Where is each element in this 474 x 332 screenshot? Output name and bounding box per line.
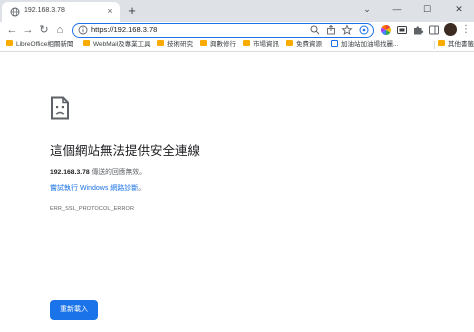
- folder-icon: [438, 40, 445, 46]
- sad-page-icon: [51, 96, 69, 120]
- tab-close-icon[interactable]: ×: [104, 5, 116, 17]
- color-picker-icon[interactable]: [380, 24, 392, 36]
- bookmark-folder[interactable]: LibreOffice相關新聞: [6, 40, 73, 50]
- error-diagnostic-line: 嘗試執行 Windows 網路診斷。: [50, 183, 145, 193]
- page-icon: [331, 40, 338, 47]
- bookmark-folder[interactable]: 興數修行: [200, 40, 236, 50]
- folder-icon: [286, 40, 293, 46]
- address-bar[interactable]: https://192.168.3.78: [72, 23, 374, 38]
- site-info-icon[interactable]: [78, 25, 88, 35]
- close-window-icon[interactable]: ✕: [444, 0, 474, 18]
- tab-search-icon[interactable]: ⌄: [352, 0, 382, 18]
- bookmark-folder[interactable]: 技術研究: [157, 40, 193, 50]
- folder-icon: [200, 40, 207, 46]
- globe-icon: [10, 7, 20, 17]
- tab-active[interactable]: 192.168.3.78 ×: [2, 2, 120, 22]
- folder-icon: [157, 40, 164, 46]
- url-text[interactable]: https://192.168.3.78: [91, 25, 157, 34]
- bookmarks-divider: [434, 41, 435, 49]
- screenshot-icon[interactable]: [396, 24, 408, 36]
- minimize-icon[interactable]: —: [382, 0, 412, 18]
- error-code: ERR_SSL_PROTOCOL_ERROR: [50, 206, 135, 212]
- other-bookmarks-label: 其他書籤: [448, 41, 474, 48]
- profile-avatar[interactable]: [444, 23, 457, 36]
- bookmark-label: LibreOffice相關新聞: [16, 41, 74, 48]
- share-icon[interactable]: [325, 24, 337, 36]
- bookmark-label: 免費資源: [296, 41, 322, 48]
- home-icon[interactable]: ⌂: [53, 22, 67, 38]
- puzzle-icon[interactable]: [412, 24, 424, 36]
- error-detail: 192.168.3.78 傳送的回應無效。: [50, 166, 146, 176]
- maximize-icon[interactable]: ☐: [412, 0, 442, 18]
- link-suffix: 。: [138, 185, 146, 192]
- toolbar: ← → ↻ ⌂ https://192.168.3.78 ⋮: [0, 22, 474, 38]
- tab-title: 192.168.3.78: [24, 7, 65, 14]
- error-host: 192.168.3.78: [50, 169, 90, 176]
- bookmark-folder[interactable]: 市場資訊: [243, 40, 279, 50]
- bookmark-page[interactable]: 加油站加油場找麗...: [331, 40, 398, 50]
- folder-icon: [243, 40, 250, 46]
- bookmark-label: 市場資訊: [253, 41, 279, 48]
- folder-icon: [83, 40, 90, 46]
- reload-icon[interactable]: ↻: [37, 22, 51, 38]
- new-tab-icon[interactable]: +: [124, 3, 140, 19]
- sidebar-icon[interactable]: [428, 24, 440, 36]
- reload-button[interactable]: 重新載入: [50, 300, 98, 320]
- error-detail-text: 傳送的回應無效。: [89, 169, 146, 176]
- zoom-icon[interactable]: [309, 24, 321, 36]
- forward-icon[interactable]: →: [21, 22, 35, 38]
- bookmark-label: 加油站加油場找麗...: [341, 41, 399, 48]
- more-menu-icon[interactable]: ⋮: [461, 22, 471, 38]
- bookmark-label: 技術研究: [167, 41, 193, 48]
- tab-strip: 192.168.3.78 × + ⌄ — ☐ ✕: [0, 0, 474, 22]
- bookmarks-bar: LibreOffice相關新聞 WebMail及專業工具 技術研究 興數修行 市…: [0, 38, 474, 52]
- network-diagnostics-link[interactable]: 嘗試執行 Windows 網路診斷: [50, 185, 138, 192]
- extension-icon[interactable]: [358, 24, 370, 36]
- bookmark-label: WebMail及專業工具: [93, 41, 151, 48]
- folder-icon: [6, 40, 13, 46]
- bookmark-folder[interactable]: 免費資源: [286, 40, 322, 50]
- bookmark-folder[interactable]: WebMail及專業工具: [83, 40, 151, 50]
- other-bookmarks[interactable]: 其他書籤: [438, 40, 474, 50]
- back-icon[interactable]: ←: [5, 22, 19, 38]
- bookmark-label: 興數修行: [210, 41, 236, 48]
- error-title: 這個網站無法提供安全連線: [50, 144, 201, 158]
- star-icon[interactable]: [341, 24, 353, 36]
